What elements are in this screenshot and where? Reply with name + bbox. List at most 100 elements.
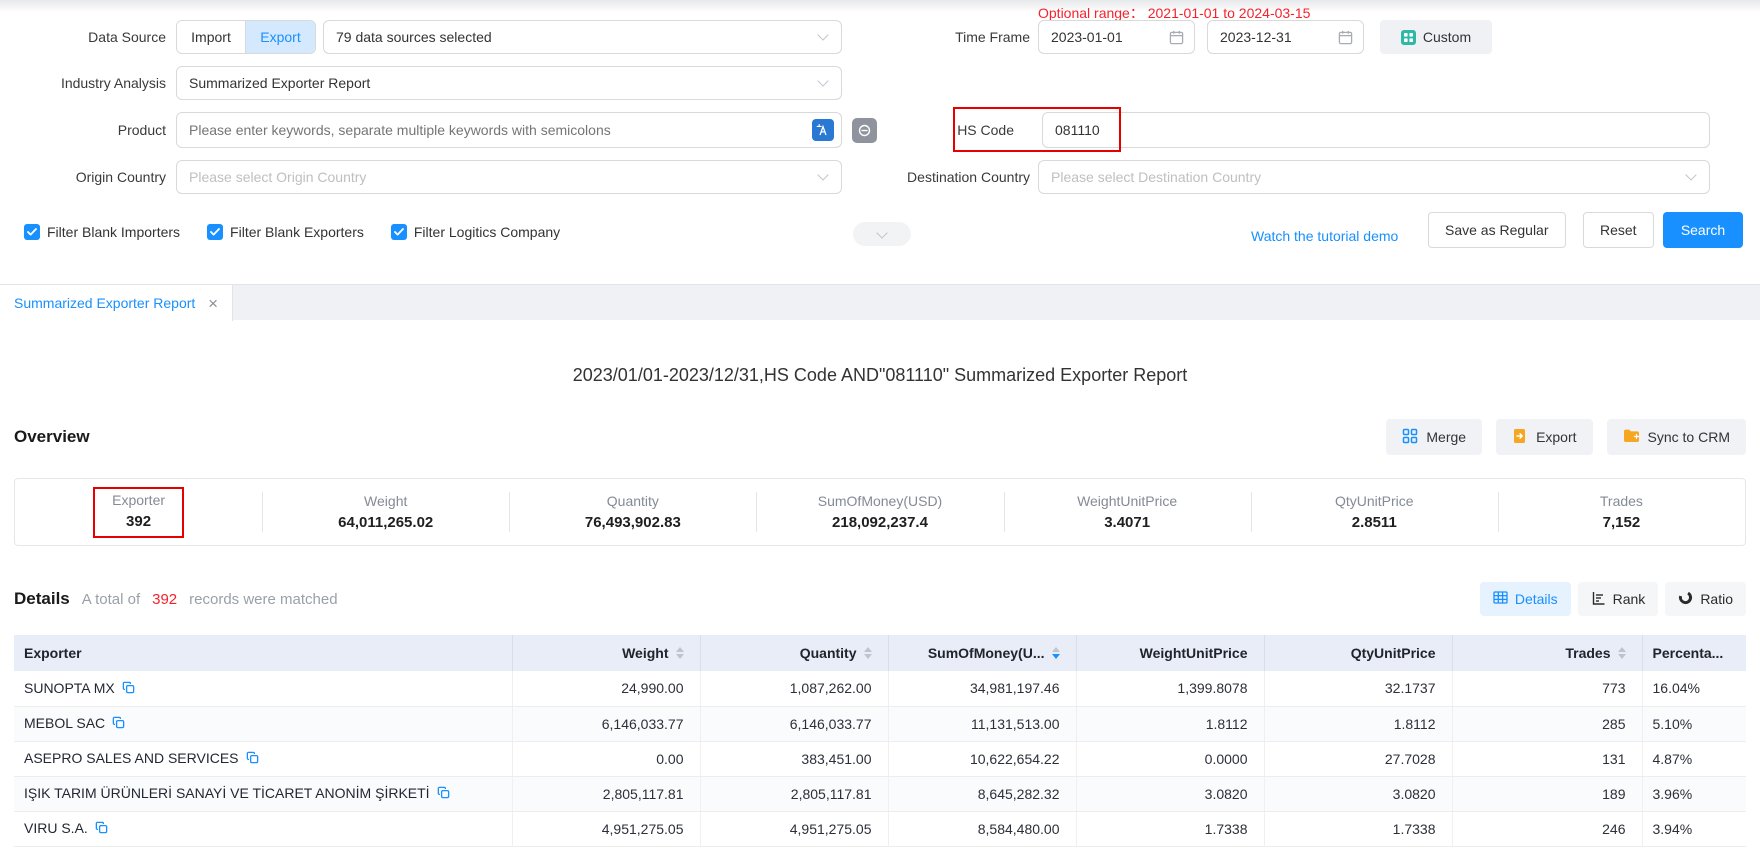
- stat-label: Weight: [364, 493, 407, 509]
- filter-blank-exporters-checkbox[interactable]: Filter Blank Exporters: [207, 224, 364, 240]
- merge-button[interactable]: Merge: [1386, 419, 1482, 455]
- tab-summarized-exporter-report[interactable]: Summarized Exporter Report ×: [0, 285, 233, 321]
- copy-icon[interactable]: [95, 821, 108, 837]
- sync-to-crm-label: Sync to CRM: [1648, 429, 1730, 445]
- quantity-cell: 6,146,033.77: [700, 706, 888, 741]
- checkbox-label: Filter Blank Importers: [47, 224, 180, 240]
- collapse-filters-button[interactable]: [853, 222, 911, 246]
- exporter-link[interactable]: VIRU S.A.: [24, 820, 88, 836]
- table-header-row: Exporter Weight Quantity SumOfMoney(U...…: [14, 635, 1746, 671]
- col-trades[interactable]: Trades: [1452, 635, 1642, 671]
- industry-analysis-select[interactable]: Summarized Exporter Report: [176, 66, 842, 100]
- stat-quantity: Quantity 76,493,902.83: [509, 479, 756, 545]
- col-percentage: Percenta...: [1642, 635, 1746, 671]
- chevron-down-icon: [1685, 169, 1696, 180]
- stat-value: 392: [126, 513, 151, 530]
- stat-value: 218,092,237.4: [832, 514, 928, 531]
- calendar-icon[interactable]: [1338, 30, 1353, 45]
- trades-cell: 131: [1452, 741, 1642, 776]
- filter-checkbox-row: Filter Blank Importers Filter Blank Expo…: [24, 224, 560, 240]
- exporter-link[interactable]: MEBOL SAC: [24, 715, 105, 731]
- custom-range-button[interactable]: Custom: [1380, 20, 1492, 54]
- filter-logistics-company-checkbox[interactable]: Filter Logitics Company: [391, 224, 560, 240]
- export-button[interactable]: Export: [1496, 419, 1592, 455]
- copy-icon[interactable]: [246, 751, 259, 767]
- sort-icon[interactable]: [864, 647, 872, 659]
- col-weight[interactable]: Weight: [512, 635, 700, 671]
- import-toggle-button[interactable]: Import: [177, 21, 246, 53]
- export-toggle-button[interactable]: Export: [246, 21, 315, 53]
- view-details-button[interactable]: Details: [1480, 582, 1571, 616]
- merge-icon: [1402, 428, 1418, 447]
- stat-value: 7,152: [1603, 514, 1641, 531]
- stat-weight: Weight 64,011,265.02: [262, 479, 509, 545]
- quantity-cell: 1,087,262.00: [700, 671, 888, 706]
- sync-to-crm-button[interactable]: Sync to CRM: [1607, 419, 1746, 455]
- stat-trades: Trades 7,152: [1498, 479, 1745, 545]
- exporter-link[interactable]: IŞIK TARIM ÜRÜNLERİ SANAYİ VE TİCARET AN…: [24, 785, 430, 801]
- weight-unit-price-cell: 0.0000: [1076, 741, 1264, 776]
- start-date-field[interactable]: [1039, 29, 1169, 45]
- exporter-link[interactable]: SUNOPTA MX: [24, 680, 115, 696]
- tab-close-icon[interactable]: ×: [208, 295, 218, 312]
- stat-label: Trades: [1600, 493, 1643, 509]
- hs-code-field[interactable]: [1043, 122, 1709, 138]
- product-input[interactable]: [176, 112, 842, 148]
- product-label: Product: [16, 113, 166, 147]
- copy-icon[interactable]: [437, 786, 450, 802]
- product-keywords-field[interactable]: [177, 122, 812, 138]
- col-sum-of-money[interactable]: SumOfMoney(U...: [888, 635, 1076, 671]
- view-rank-button[interactable]: Rank: [1578, 582, 1659, 616]
- exporter-link[interactable]: ASEPRO SALES AND SERVICES: [24, 750, 239, 766]
- checkbox-label: Filter Logitics Company: [414, 224, 560, 240]
- percentage-cell: 4.87%: [1642, 741, 1746, 776]
- col-weight-unit-price: WeightUnitPrice: [1076, 635, 1264, 671]
- sort-icon-active-desc[interactable]: [1052, 647, 1060, 659]
- calendar-icon[interactable]: [1169, 30, 1184, 45]
- stat-label: QtyUnitPrice: [1335, 493, 1414, 509]
- save-as-regular-button[interactable]: Save as Regular: [1428, 212, 1566, 248]
- reset-button[interactable]: Reset: [1583, 212, 1654, 248]
- chevron-down-icon: [876, 227, 887, 238]
- chevron-down-icon: [817, 75, 828, 86]
- start-date-input[interactable]: [1038, 20, 1195, 54]
- col-quantity[interactable]: Quantity: [700, 635, 888, 671]
- data-source-label: Data Source: [16, 20, 166, 54]
- sort-icon[interactable]: [1618, 647, 1626, 659]
- table-row: IŞIK TARIM ÜRÜNLERİ SANAYİ VE TİCARET AN…: [14, 776, 1746, 811]
- custom-calendar-icon: [1401, 30, 1416, 45]
- view-ratio-button[interactable]: Ratio: [1665, 582, 1746, 616]
- exporter-cell: MEBOL SAC: [14, 706, 512, 741]
- checkbox-checked-icon: [207, 224, 223, 240]
- weight-cell: 0.00: [512, 741, 700, 776]
- tutorial-demo-link[interactable]: Watch the tutorial demo: [1251, 228, 1398, 244]
- sum-of-money-cell: 10,622,654.22: [888, 741, 1076, 776]
- filter-panel: Optional range： 2021-01-01 to 2024-03-15…: [0, 0, 1760, 284]
- trades-cell: 285: [1452, 706, 1642, 741]
- copy-icon[interactable]: [122, 681, 135, 697]
- exporter-table: Exporter Weight Quantity SumOfMoney(U...…: [14, 635, 1746, 847]
- checkbox-checked-icon: [24, 224, 40, 240]
- sum-of-money-cell: 8,645,282.32: [888, 776, 1076, 811]
- translate-icon[interactable]: [812, 119, 834, 141]
- report-title: 2023/01/01-2023/12/31,HS Code AND"081110…: [14, 365, 1746, 386]
- stat-sum-of-money: SumOfMoney(USD) 218,092,237.4: [756, 479, 1003, 545]
- destination-country-select[interactable]: Please select Destination Country: [1038, 160, 1710, 194]
- export-icon: [1512, 428, 1528, 447]
- export-label: Export: [1536, 429, 1576, 445]
- end-date-input[interactable]: [1207, 20, 1364, 54]
- qty-unit-price-cell: 27.7028: [1264, 741, 1452, 776]
- origin-country-select[interactable]: Please select Origin Country: [176, 160, 842, 194]
- tab-label: Summarized Exporter Report: [14, 295, 198, 311]
- checkbox-checked-icon: [391, 224, 407, 240]
- sort-icon[interactable]: [676, 647, 684, 659]
- industry-analysis-value: Summarized Exporter Report: [177, 75, 819, 91]
- chevron-down-icon: [817, 29, 828, 40]
- hs-code-input[interactable]: [1042, 112, 1710, 148]
- search-button[interactable]: Search: [1663, 212, 1743, 248]
- copy-icon[interactable]: [112, 716, 125, 732]
- end-date-field[interactable]: [1208, 29, 1338, 45]
- filter-blank-importers-checkbox[interactable]: Filter Blank Importers: [24, 224, 180, 240]
- exporter-cell: SUNOPTA MX: [14, 671, 512, 706]
- data-sources-select[interactable]: 79 data sources selected: [323, 20, 842, 54]
